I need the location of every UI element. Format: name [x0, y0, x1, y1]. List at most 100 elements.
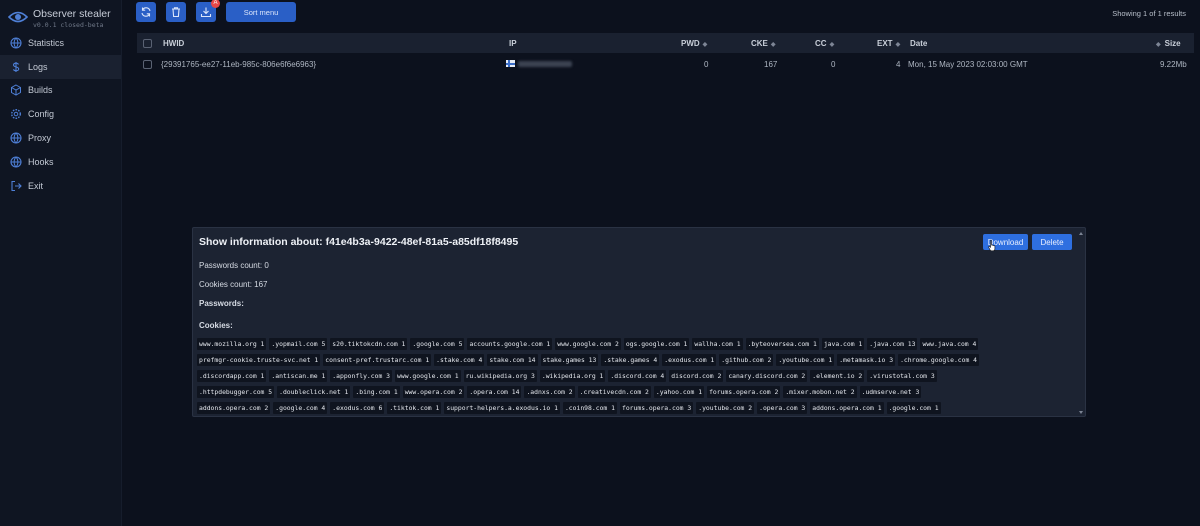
- cookie-chip: .discord.com 4: [608, 370, 667, 382]
- cookie-chip: stake.com 14: [487, 354, 538, 366]
- cookie-chip: ru.wikipedia.org 3: [463, 370, 537, 382]
- brand: Observer stealer v0.0.1 closed-beta: [0, 0, 121, 30]
- cookie-chip: .apponfly.com 3: [330, 370, 393, 382]
- sidebar-item-statistics[interactable]: Statistics: [0, 31, 121, 55]
- cell-cke: 167: [764, 59, 778, 69]
- cookie-chip: .java.com 13: [867, 338, 918, 350]
- gear-icon: [10, 108, 22, 120]
- modal-scrollbar[interactable]: [1079, 232, 1083, 414]
- app-version: v0.0.1 closed-beta: [33, 21, 104, 29]
- sidebar-item-label: Config: [28, 109, 55, 120]
- sort-menu-button[interactable]: Sort menu: [226, 2, 296, 22]
- globe-icon: [10, 132, 22, 144]
- cell-size: 9.22Mb: [1160, 59, 1187, 69]
- cookie-chip: .antiscan.me 1: [269, 370, 328, 382]
- globe-icon: [10, 156, 22, 168]
- sidebar-item-config[interactable]: Config: [0, 102, 121, 126]
- cookie-chip: .byteoversea.com 1: [745, 338, 819, 350]
- cell-cc: 0: [831, 59, 836, 69]
- country-flag-icon: [506, 60, 515, 67]
- sidebar-item-exit[interactable]: Exit: [0, 174, 121, 198]
- sort-icon: ◆: [829, 41, 835, 48]
- table-row[interactable]: {29391765-ee27-11eb-985c-806e6f6e6963} 0…: [137, 53, 1194, 75]
- refresh-icon: [141, 7, 151, 17]
- sidebar-item-label: Builds: [28, 85, 53, 96]
- cookie-chip: www.google.com 1: [395, 370, 461, 382]
- cookie-chip: addons.opera.com 1: [810, 402, 884, 414]
- header-cke[interactable]: CKE ◆: [751, 39, 776, 48]
- cookie-chip: consent-pref.trustarc.com 1: [323, 354, 432, 366]
- toolbar: A Sort menu: [136, 0, 296, 24]
- cookie-chip: .exodus.com 6: [330, 402, 385, 414]
- sidebar-nav: Statistics Logs Builds Config Proxy Hook…: [0, 31, 121, 198]
- cookie-chip: canary.discord.com 2: [726, 370, 808, 382]
- cookie-chip: .tiktok.com 1: [387, 402, 442, 414]
- cookie-chip: .google.com 4: [273, 402, 328, 414]
- cookie-chip: .github.com 2: [719, 354, 774, 366]
- passwords-count: Passwords count: 0: [199, 261, 269, 270]
- refresh-button[interactable]: [136, 2, 156, 22]
- cookie-chip: .google.com 1: [886, 402, 941, 414]
- cookie-chip: stake.games 13: [540, 354, 599, 366]
- sidebar-item-proxy[interactable]: Proxy: [0, 126, 121, 150]
- cookie-row: .httpdebugger.com 5 .doubleclick.net 1 .bi…: [197, 384, 1071, 400]
- cookie-chip: .metamask.io 3: [837, 354, 896, 366]
- cookie-chip: .mixer.mobon.net 2: [783, 386, 857, 398]
- select-all-checkbox[interactable]: [143, 38, 152, 48]
- cell-date: Mon, 15 May 2023 02:03:00 GMT: [908, 59, 1028, 69]
- cookie-chip: .httpdebugger.com 5: [197, 386, 275, 398]
- notification-badge: A: [211, 0, 220, 8]
- sort-icon: ◆: [702, 41, 708, 48]
- cookie-chip: www.google.com 2: [555, 338, 621, 350]
- cookie-chip: ogs.google.com 1: [623, 338, 690, 350]
- cookie-chip: forums.opera.com 3: [619, 402, 694, 414]
- cookie-chip: .youtube.com 1: [776, 354, 835, 366]
- cookie-chip: s20.tiktokcdn.com 1: [330, 338, 408, 350]
- mouse-cursor-icon: [988, 239, 996, 251]
- sort-icon: ◆: [895, 41, 901, 48]
- box-icon: [10, 84, 22, 97]
- cookie-chip: accounts.google.com 1: [467, 338, 553, 350]
- scroll-down-icon[interactable]: [1079, 411, 1083, 414]
- results-count: Showing 1 of 1 results: [1112, 9, 1186, 18]
- row-checkbox[interactable]: [143, 59, 152, 69]
- cookie-chip: forums.opera.com 2: [707, 386, 781, 398]
- header-ext[interactable]: EXT ◆: [877, 39, 900, 48]
- sidebar-item-label: Hooks: [28, 156, 54, 167]
- table-header: HWID IP PWD ◆ CKE ◆ CC ◆ EXT ◆ Date ◆ Size: [137, 33, 1194, 53]
- sidebar: Observer stealer v0.0.1 closed-beta Stat…: [0, 0, 122, 526]
- cookie-chip: .discordapp.com 1: [197, 370, 267, 382]
- header-cc[interactable]: CC ◆: [815, 39, 834, 48]
- header-pwd[interactable]: PWD ◆: [681, 39, 707, 48]
- cookie-chip: support-helpers.a.exodus.io 1: [444, 402, 560, 414]
- info-modal: Show information about: f41e4b3a-9422-48…: [192, 227, 1086, 417]
- cookies-heading: Cookies:: [199, 321, 233, 330]
- cookie-chip: www.opera.com 2: [402, 386, 465, 398]
- cookie-chip: .virustotal.com 3: [867, 370, 937, 382]
- sort-icon: ◆: [770, 41, 776, 48]
- cookies-count: Cookies count: 167: [199, 280, 268, 289]
- delete-button[interactable]: Delete: [1032, 234, 1072, 250]
- cookie-chip: www.java.com 4: [920, 338, 979, 350]
- sidebar-item-hooks[interactable]: Hooks: [0, 150, 121, 174]
- header-size[interactable]: ◆ Size: [1156, 39, 1181, 48]
- download-all-button[interactable]: A: [196, 0, 220, 22]
- cookie-chip: addons.opera.com 2: [197, 402, 271, 414]
- sidebar-item-label: Statistics: [28, 37, 65, 48]
- cell-pwd: 0: [704, 59, 709, 69]
- eye-logo-icon: [8, 11, 28, 23]
- cell-hwid: {29391765-ee27-11eb-985c-806e6f6e6963}: [161, 59, 317, 69]
- header-hwid[interactable]: HWID: [163, 39, 184, 48]
- sidebar-item-label: Logs: [28, 61, 48, 72]
- sidebar-item-logs[interactable]: Logs: [0, 54, 121, 79]
- download-icon: [200, 7, 212, 18]
- logs-table: HWID IP PWD ◆ CKE ◆ CC ◆ EXT ◆ Date ◆ Size {2…: [137, 33, 1194, 75]
- header-ip[interactable]: IP: [509, 39, 517, 48]
- sidebar-item-builds[interactable]: Builds: [0, 79, 121, 103]
- cookie-chip: .yopmail.com 5: [269, 338, 328, 350]
- cookie-chip: discord.com 2: [669, 370, 724, 382]
- delete-all-button[interactable]: [166, 2, 186, 22]
- scroll-up-icon[interactable]: [1079, 232, 1083, 235]
- dollar-icon: [10, 61, 22, 73]
- header-date[interactable]: Date: [910, 39, 927, 48]
